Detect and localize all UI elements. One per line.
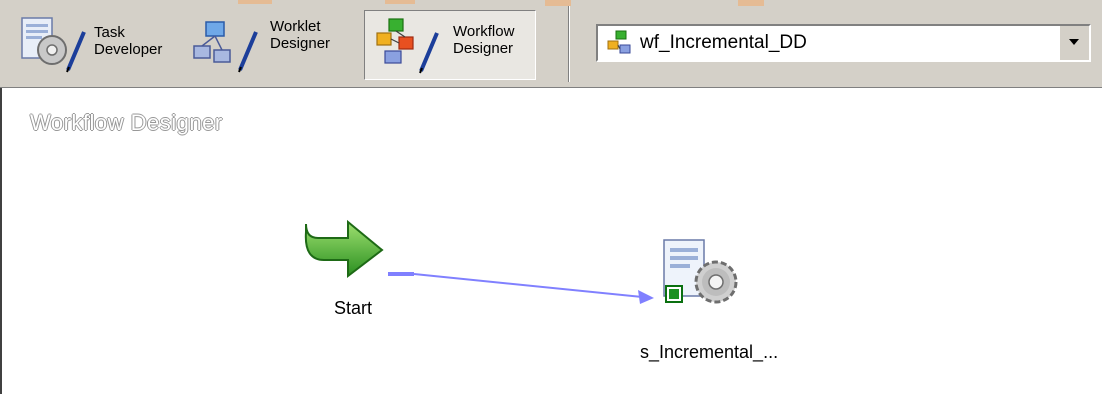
workflow-canvas[interactable]: Workflow Designer Start s_Incremental_..… — [0, 88, 1102, 394]
worklet-designer-button[interactable]: Worklet Designer — [188, 10, 360, 80]
toolbar-separator — [568, 6, 570, 82]
workflow-designer-icon — [376, 18, 439, 74]
designer-toolbar: Task Developer Worklet Designer Workflow De… — [0, 0, 1102, 88]
workflow-link[interactable] — [2, 88, 1102, 394]
watermark-band — [385, 0, 415, 4]
workflow-designer-label: Workflow Designer — [453, 23, 515, 57]
task-developer-label: Task Developer — [94, 24, 163, 58]
workflow-select-dropdown-button[interactable] — [1059, 26, 1089, 60]
workflow-designer-button[interactable]: Workflow Designer — [364, 10, 536, 80]
workflow-select[interactable]: wf_Incremental_DD — [596, 24, 1091, 62]
worklet-designer-label: Worklet Designer — [270, 18, 331, 52]
start-arrow-icon[interactable] — [302, 216, 386, 282]
task-developer-icon — [21, 17, 86, 73]
worklet-designer-icon — [193, 21, 258, 73]
watermark-band — [738, 0, 764, 6]
chevron-down-icon — [1069, 39, 1079, 45]
workflow-icon — [607, 30, 631, 54]
watermark-band — [238, 0, 272, 4]
start-node-label: Start — [334, 298, 373, 318]
session-node-label: s_Incremental_... — [640, 342, 779, 362]
workflow-select-value: wf_Incremental_DD — [640, 32, 807, 53]
session-gear-icon[interactable] — [660, 236, 780, 320]
task-developer-button[interactable]: Task Developer — [14, 10, 186, 80]
